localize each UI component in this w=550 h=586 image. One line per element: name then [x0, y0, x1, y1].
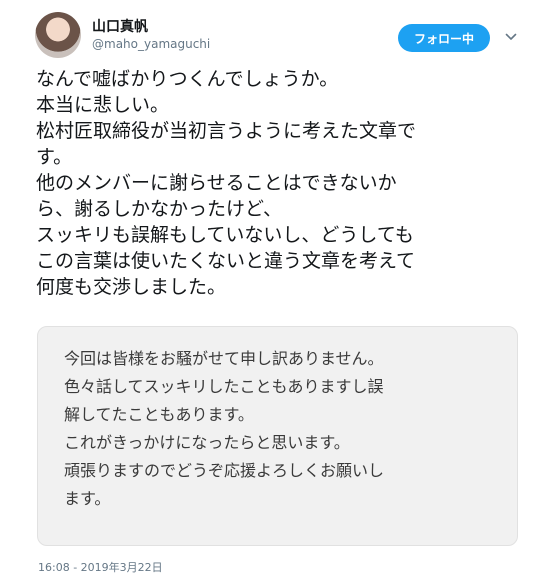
tweet-timestamp[interactable]: 16:08 - 2019年3月22日 — [38, 559, 163, 575]
image-line: 色々話してスッキリしたこともありますし誤 — [64, 377, 384, 396]
chevron-down-icon[interactable] — [505, 31, 517, 43]
tweet-line: す。 — [36, 146, 73, 168]
avatar[interactable] — [35, 12, 81, 58]
tweet-header: 山口真帆 @maho_yamaguchi フォロー中 — [0, 0, 550, 62]
tweet-line: なんで嘘ばかりつくんでしょうか。 — [36, 68, 339, 90]
image-text: 今回は皆様をお騒がせて申し訳ありません。 色々話してスッキリしたこともありますし… — [64, 345, 504, 513]
tweet-text: なんで嘘ばかりつくんでしょうか。 本当に悲しい。 松村匠取締役が当初言うように考… — [36, 66, 542, 300]
image-line: 今回は皆様をお騒がせて申し訳ありません。 — [64, 349, 384, 368]
image-line: 頑張りますのでどうぞ応援よろしくお願いし — [64, 461, 385, 480]
tweet-line: 松村匠取締役が当初言うように考えた文章で — [36, 120, 417, 142]
following-button[interactable]: フォロー中 — [398, 24, 490, 52]
image-line: 解してたこともあります。 — [64, 405, 254, 424]
display-name[interactable]: 山口真帆 — [92, 16, 148, 36]
tweet-line: この言葉は使いたくないと違う文章を考えて — [36, 250, 416, 272]
tweet-line: 他のメンバーに謝らせることはできないか — [36, 172, 397, 194]
tweet-line: 本当に悲しい。 — [36, 94, 170, 116]
attached-image[interactable]: 今回は皆様をお騒がせて申し訳ありません。 色々話してスッキリしたこともありますし… — [37, 326, 518, 546]
image-line: これがきっかけになったらと思います。 — [64, 433, 350, 452]
user-handle[interactable]: @maho_yamaguchi — [92, 37, 210, 51]
image-line: ます。 — [64, 489, 111, 508]
tweet-line: 何度も交渉しました。 — [36, 276, 227, 298]
tweet-line: ら、謝るしかなかったけど、 — [36, 198, 283, 220]
tweet-line: スッキリも誤解もしていないし、どうしても — [36, 224, 414, 246]
